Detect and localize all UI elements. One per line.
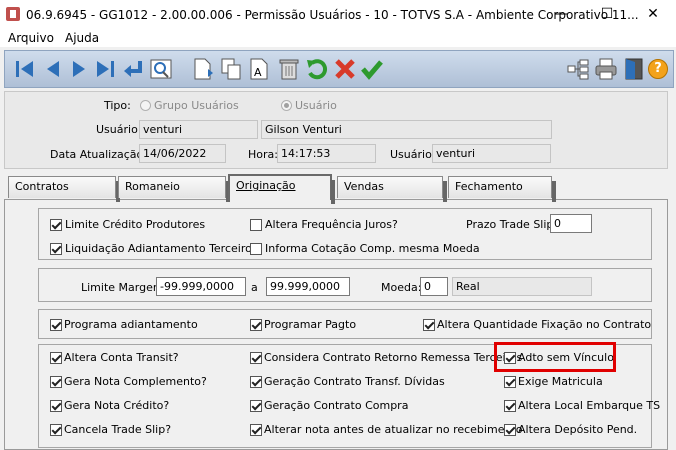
edit-record-icon[interactable]: A [247, 57, 271, 81]
new-record-icon[interactable] [191, 57, 215, 81]
data-atualizacao-field: 14/06/2022 [139, 144, 226, 163]
tab-fechamento[interactable]: Fechamento [448, 176, 556, 202]
usuario-name-field: Gilson Venturi [261, 120, 552, 139]
checkbox-informa-cotacao[interactable] [250, 243, 262, 255]
checkbox-altera-deposito-pend-label: Altera Depósito Pend. [518, 423, 638, 436]
tab-originacao-label: Originação [236, 179, 296, 192]
usuario-label: Usuário: [96, 123, 142, 136]
help-icon[interactable]: ? [648, 59, 668, 79]
delete-record-icon[interactable] [277, 57, 301, 81]
prazo-trade-slip-label: Prazo Trade Slip: [466, 218, 558, 231]
checkbox-considera-contrato-retorno[interactable] [250, 352, 262, 364]
checkbox-exige-matricula-label: Exige Matricula [518, 375, 603, 388]
hora-field: 14:17:53 [277, 144, 376, 163]
first-record-icon[interactable] [13, 57, 37, 81]
checkbox-liquidacao-adiantamento-label: Liquidação Adiantamento Terceiros [65, 242, 258, 255]
exit-icon[interactable] [622, 57, 646, 81]
checkbox-informa-cotacao-label: Informa Cotação Comp. mesma Moeda [265, 242, 480, 255]
checkbox-programar-pagto[interactable] [250, 319, 262, 331]
checkbox-altera-quantidade-fixacao-label: Altera Quantidade Fixação no Contrato [437, 318, 652, 331]
limite-margem-label: Limite Margem: [81, 281, 168, 294]
checkbox-programar-pagto-label: Programar Pagto [264, 318, 357, 331]
confirm-icon[interactable] [360, 57, 384, 81]
checkbox-geracao-contrato-transf[interactable] [250, 376, 262, 388]
usuario2-label: Usuário: [390, 148, 436, 161]
tab-vendas-label: Vendas [344, 180, 384, 193]
title-bar: 06.9.6945 - GG1012 - 2.00.00.006 - Permi… [0, 0, 676, 29]
radio-grupo-usuarios[interactable] [140, 100, 151, 111]
maximize-button[interactable]: ☐ [584, 0, 630, 29]
tree-icon[interactable] [566, 57, 590, 81]
tab-romaneio-label: Romaneio [125, 180, 180, 193]
radio-grupo-usuarios-label: Grupo Usuários [154, 99, 239, 112]
tab-originacao[interactable]: Originação [228, 174, 335, 204]
toolbar: A ? [4, 50, 674, 88]
limite-margem-a-label: a [251, 281, 258, 294]
usuario-code-field[interactable]: venturi [139, 120, 258, 139]
checkbox-programa-adiantamento-label: Programa adiantamento [64, 318, 198, 331]
checkbox-alterar-nota-antes-label: Alterar nota antes de atualizar no receb… [264, 423, 523, 436]
radio-usuario-label: Usuário [295, 99, 337, 112]
minimize-button[interactable]: — [538, 0, 584, 29]
moeda-code-field[interactable]: 0 [420, 277, 448, 296]
checkbox-cancela-trade-slip[interactable] [50, 424, 62, 436]
last-record-icon[interactable] [93, 57, 117, 81]
limite-margem-to-field[interactable]: 99.999,0000 [266, 277, 350, 296]
checkbox-gera-nota-complemento[interactable] [50, 376, 62, 388]
hora-label: Hora: [248, 148, 278, 161]
menu-bar: Arquivo Ajuda [0, 29, 676, 47]
checkbox-exige-matricula[interactable] [504, 376, 516, 388]
undo-icon[interactable] [305, 57, 329, 81]
svg-text:A: A [254, 66, 262, 79]
checkbox-limite-credito-label: Limite Crédito Produtores [65, 218, 206, 231]
checkbox-alterar-nota-antes[interactable] [250, 424, 262, 436]
tab-fechamento-label: Fechamento [455, 180, 523, 193]
checkbox-programa-adiantamento[interactable] [50, 319, 62, 331]
limite-margem-from-field[interactable]: -99.999,0000 [156, 277, 246, 296]
usuario2-field: venturi [432, 144, 551, 163]
checkbox-geracao-contrato-transf-label: Geração Contrato Transf. Dívidas [264, 375, 445, 388]
checkbox-altera-local-embarque-label: Altera Local Embarque TS [518, 399, 661, 412]
next-record-icon[interactable] [67, 57, 91, 81]
tab-contratos-label: Contratos [15, 180, 69, 193]
cancel-icon[interactable] [333, 57, 357, 81]
prazo-trade-slip-field[interactable]: 0 [550, 214, 592, 233]
checkbox-considera-contrato-retorno-label: Considera Contrato Retorno Remessa Terce… [264, 351, 523, 364]
checkbox-gera-nota-credito-label: Gera Nota Crédito? [64, 399, 170, 412]
checkbox-altera-frequencia-label: Altera Frequência Juros? [265, 218, 398, 231]
app-icon [6, 7, 20, 21]
tab-romaneio[interactable]: Romaneio [118, 176, 230, 202]
tab-vendas[interactable]: Vendas [337, 176, 447, 202]
checkbox-cancela-trade-slip-label: Cancela Trade Slip? [64, 423, 172, 436]
checkbox-gera-nota-credito[interactable] [50, 400, 62, 412]
data-atualizacao-label: Data Atualização: [50, 148, 147, 161]
checkbox-altera-frequencia[interactable] [250, 219, 262, 231]
search-record-icon[interactable] [149, 57, 173, 81]
checkbox-limite-credito[interactable] [50, 219, 62, 231]
checkbox-geracao-contrato-compra[interactable] [250, 400, 262, 412]
tipo-label: Tipo: [104, 99, 131, 112]
menu-arquivo[interactable]: Arquivo [8, 31, 54, 45]
print-icon[interactable] [594, 57, 618, 81]
checkbox-altera-quantidade-fixacao[interactable] [423, 319, 435, 331]
tab-contratos[interactable]: Contratos [8, 176, 120, 202]
radio-usuario[interactable] [281, 100, 292, 111]
checkbox-altera-local-embarque[interactable] [504, 400, 516, 412]
checkbox-altera-conta-transit[interactable] [50, 352, 62, 364]
moeda-label: Moeda: [381, 281, 422, 294]
checkbox-liquidacao-adiantamento[interactable] [50, 243, 62, 255]
enter-icon[interactable] [121, 57, 145, 81]
highlight-box [494, 342, 616, 372]
moeda-name-field: Real [452, 277, 592, 296]
menu-ajuda[interactable]: Ajuda [65, 31, 99, 45]
checkbox-geracao-contrato-compra-label: Geração Contrato Compra [264, 399, 409, 412]
copy-record-icon[interactable] [219, 57, 243, 81]
close-button[interactable]: ✕ [630, 0, 676, 29]
checkbox-altera-deposito-pend[interactable] [504, 424, 516, 436]
checkbox-gera-nota-complemento-label: Gera Nota Complemento? [64, 375, 207, 388]
previous-record-icon[interactable] [41, 57, 65, 81]
checkbox-altera-conta-transit-label: Altera Conta Transit? [64, 351, 179, 364]
